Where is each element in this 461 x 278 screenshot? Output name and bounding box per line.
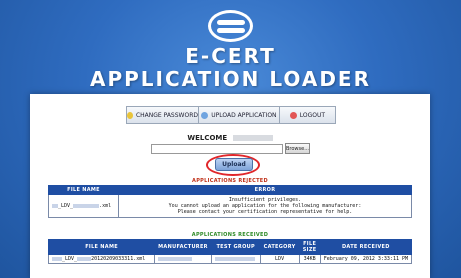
received-col-file-name: FILE NAME bbox=[47, 239, 156, 255]
error-line: Please contact your certification repres… bbox=[177, 209, 353, 215]
table-row: _LDV_ .xml Insufficient privileges. You c… bbox=[48, 194, 412, 218]
upload-application-label: UPLOAD APPLICATION bbox=[211, 111, 277, 119]
received-table: FILE NAME MANUFACTURER TEST GROUP CATEGO… bbox=[47, 239, 413, 264]
received-file-suffix: 20120209033311.xml bbox=[91, 256, 146, 262]
received-date-cell: February 09, 2012 3:33:11 PM bbox=[319, 254, 413, 264]
received-header-row: FILE NAME MANUFACTURER TEST GROUP CATEGO… bbox=[47, 239, 413, 255]
received-file-name-cell: _LDV_ 20120209033311.xml bbox=[47, 254, 156, 264]
received-file-size-cell: 34KB bbox=[298, 254, 321, 264]
received-col-category: CATEGORY bbox=[259, 239, 300, 255]
file-input[interactable] bbox=[151, 144, 283, 154]
redacted-text bbox=[52, 256, 62, 261]
redacted-text bbox=[77, 256, 92, 261]
received-col-date: DATE RECEIVED bbox=[319, 239, 413, 255]
logout-label: LOGOUT bbox=[299, 111, 326, 119]
browse-button[interactable]: Browse... bbox=[285, 143, 310, 154]
rejected-file-suffix: .xml bbox=[99, 203, 112, 209]
rejected-col-file-name: FILE NAME bbox=[48, 185, 119, 195]
received-test-group-cell bbox=[210, 254, 261, 264]
rejected-table: FILE NAME ERROR _LDV_ .xml Insufficient p… bbox=[48, 185, 412, 218]
logout-icon bbox=[289, 111, 297, 119]
banner: E-CERT APPLICATION LOADER bbox=[0, 0, 461, 92]
pencil-icon bbox=[127, 111, 133, 119]
rejected-title: APPLICATIONS REJECTED bbox=[192, 178, 268, 184]
redacted-text bbox=[73, 203, 100, 208]
table-row: _LDV_ 20120209033311.xml LDV 34KB Februar… bbox=[47, 254, 413, 264]
upload-button[interactable]: Upload bbox=[215, 158, 253, 171]
change-password-label: CHANGE PASSWORD bbox=[135, 111, 198, 119]
toolbar: CHANGE PASSWORD UPLOAD APPLICATION LOGOU… bbox=[126, 106, 336, 124]
main-panel: CHANGE PASSWORD UPLOAD APPLICATION LOGOU… bbox=[30, 94, 430, 278]
received-manufacturer-cell bbox=[154, 254, 212, 264]
rejected-error-cell: Insufficient privileges. You cannot uplo… bbox=[118, 194, 412, 218]
rejected-col-error: ERROR bbox=[118, 185, 412, 195]
logo-icon bbox=[208, 10, 253, 42]
welcome-text: WELCOME bbox=[30, 134, 430, 142]
welcome-label: WELCOME bbox=[187, 134, 228, 142]
redacted-username bbox=[232, 135, 273, 141]
received-col-test-group: TEST GROUP bbox=[210, 239, 261, 255]
received-col-file-size: FILE SIZE bbox=[298, 239, 321, 255]
change-password-button[interactable]: CHANGE PASSWORD bbox=[127, 107, 199, 123]
brand-subtitle: APPLICATION LOADER bbox=[89, 67, 371, 91]
redacted-text bbox=[158, 256, 193, 261]
received-file-prefix: _LDV_ bbox=[62, 256, 78, 262]
brand-title: E-CERT bbox=[185, 44, 276, 68]
received-title: APPLICATIONS RECEIVED bbox=[191, 232, 269, 238]
upload-icon bbox=[201, 111, 209, 119]
logout-button[interactable]: LOGOUT bbox=[279, 107, 335, 123]
redacted-text bbox=[214, 256, 255, 261]
rejected-header-row: FILE NAME ERROR bbox=[48, 185, 412, 195]
received-col-manufacturer: MANUFACTURER bbox=[154, 239, 212, 255]
received-category-cell: LDV bbox=[259, 254, 300, 264]
rejected-file-name-cell: _LDV_ .xml bbox=[48, 194, 119, 218]
rejected-file-prefix: _LDV_ bbox=[58, 203, 74, 209]
upload-application-button[interactable]: UPLOAD APPLICATION bbox=[199, 107, 280, 123]
